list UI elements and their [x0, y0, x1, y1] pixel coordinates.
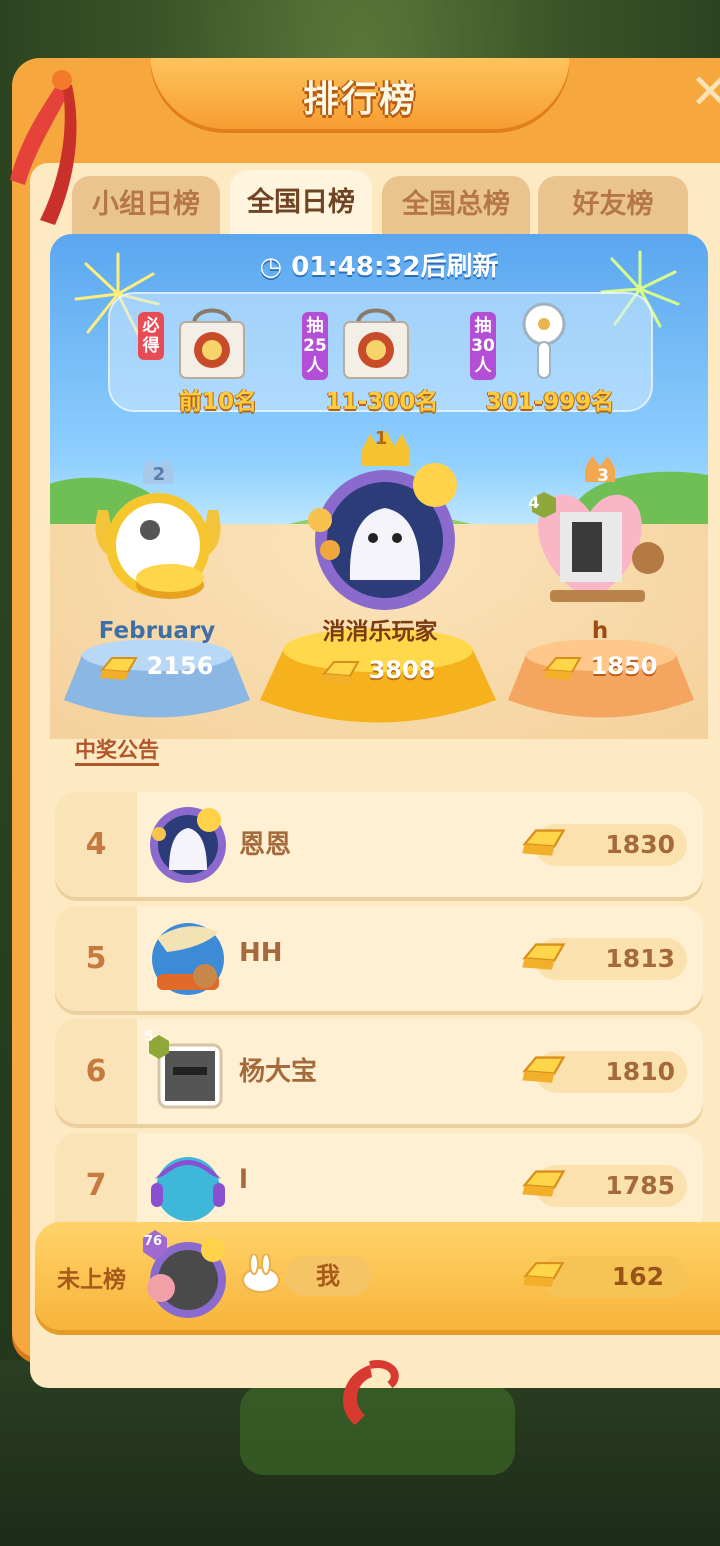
podium-first-name: 消消乐玩家: [322, 619, 438, 645]
tote-bag-icon: [343, 308, 409, 379]
tab-friends[interactable]: 好友榜: [538, 176, 688, 236]
avatar[interactable]: [147, 1031, 229, 1113]
my-rank-status: 未上榜: [57, 1267, 126, 1293]
gold-bar-icon: [543, 657, 582, 680]
level-badge: 5: [144, 1029, 154, 1045]
bunny-icon: [242, 1254, 280, 1293]
gold-bar-icon: [321, 661, 360, 684]
gold-bar-icon: [522, 1170, 566, 1197]
gold-bar-icon: [522, 1056, 566, 1083]
tab-national-total[interactable]: 全国总榜: [382, 176, 530, 236]
clock-icon: ◷: [259, 252, 283, 282]
close-button[interactable]: ✕: [680, 62, 720, 122]
reward-301-999[interactable]: 抽30人 301-999名: [470, 302, 630, 415]
reward-tag: 抽30人: [470, 312, 496, 380]
row-name: HH: [239, 938, 283, 968]
row-rank: 4: [85, 827, 107, 862]
avatar[interactable]: [147, 1145, 229, 1227]
rank-badge-second: 2: [152, 464, 166, 485]
my-name: 我: [285, 1256, 371, 1296]
timer-suffix: 后刷新: [420, 252, 499, 282]
gold-bar-icon: [99, 657, 138, 680]
avatar-first[interactable]: [290, 420, 465, 620]
tab-group-daily[interactable]: 小组日榜: [72, 176, 220, 236]
row-rank: 5: [85, 941, 107, 976]
gold-bar-icon: [522, 829, 566, 856]
reward-label: 301-999名: [485, 389, 615, 415]
reward-tag: 必得: [138, 312, 164, 360]
reward-11-300[interactable]: 抽25人 11-300名: [302, 302, 462, 415]
podium-second-name: February: [98, 618, 216, 644]
reward-label: 前10名: [178, 389, 257, 415]
podium-third-score: 1850: [590, 652, 658, 680]
podium-third-name: h: [591, 618, 609, 644]
page-title: 排行榜: [302, 79, 417, 120]
row-name: 杨大宝: [239, 1057, 318, 1087]
level-badge-third: 4: [528, 493, 540, 512]
podium-first-score: 3808: [368, 656, 436, 684]
ribbon-decoration-icon: [10, 70, 77, 225]
title-bar: 排行榜: [150, 58, 570, 133]
winner-announcement-link[interactable]: 中奖公告: [75, 737, 159, 766]
table-row[interactable]: 6 5 杨大宝 1810: [55, 1019, 703, 1124]
avatar-third[interactable]: [510, 450, 670, 615]
tab-national-daily[interactable]: 全国日榜: [230, 170, 372, 236]
table-row[interactable]: 4 恩恩 1830: [55, 792, 703, 897]
reward-tag: 抽25人: [302, 312, 328, 380]
avatar[interactable]: [147, 918, 229, 1000]
tote-bag-icon: [179, 308, 245, 379]
gold-bar-icon: [522, 943, 566, 970]
reward-top10[interactable]: 必得 前10名: [138, 302, 298, 415]
row-name: 恩恩: [239, 830, 292, 860]
row-rank: 6: [85, 1054, 107, 1089]
avatar[interactable]: [147, 804, 229, 886]
podium-second-score: 2156: [146, 652, 214, 680]
handheld-fan-icon: [522, 302, 566, 379]
rank-badge-third: 3: [597, 466, 609, 486]
gold-bar-icon: [523, 1261, 565, 1288]
my-rank-row[interactable]: 未上榜 76 我 162: [35, 1222, 720, 1330]
my-level-badge: 76: [143, 1234, 163, 1249]
refresh-timer: ◷ 01:48:32后刷新: [50, 246, 708, 283]
reward-label: 11-300名: [325, 389, 439, 415]
reward-box[interactable]: 必得 前10名 抽25人 11-300名 抽30人 301-999名: [108, 292, 653, 415]
ribbon-knot-icon: [343, 1360, 399, 1425]
table-row[interactable]: 5 HH 1813: [55, 906, 703, 1011]
rank-badge-first: 1: [374, 428, 388, 449]
timer-value: 01:48:32: [291, 252, 421, 282]
row-name: l: [239, 1165, 248, 1195]
